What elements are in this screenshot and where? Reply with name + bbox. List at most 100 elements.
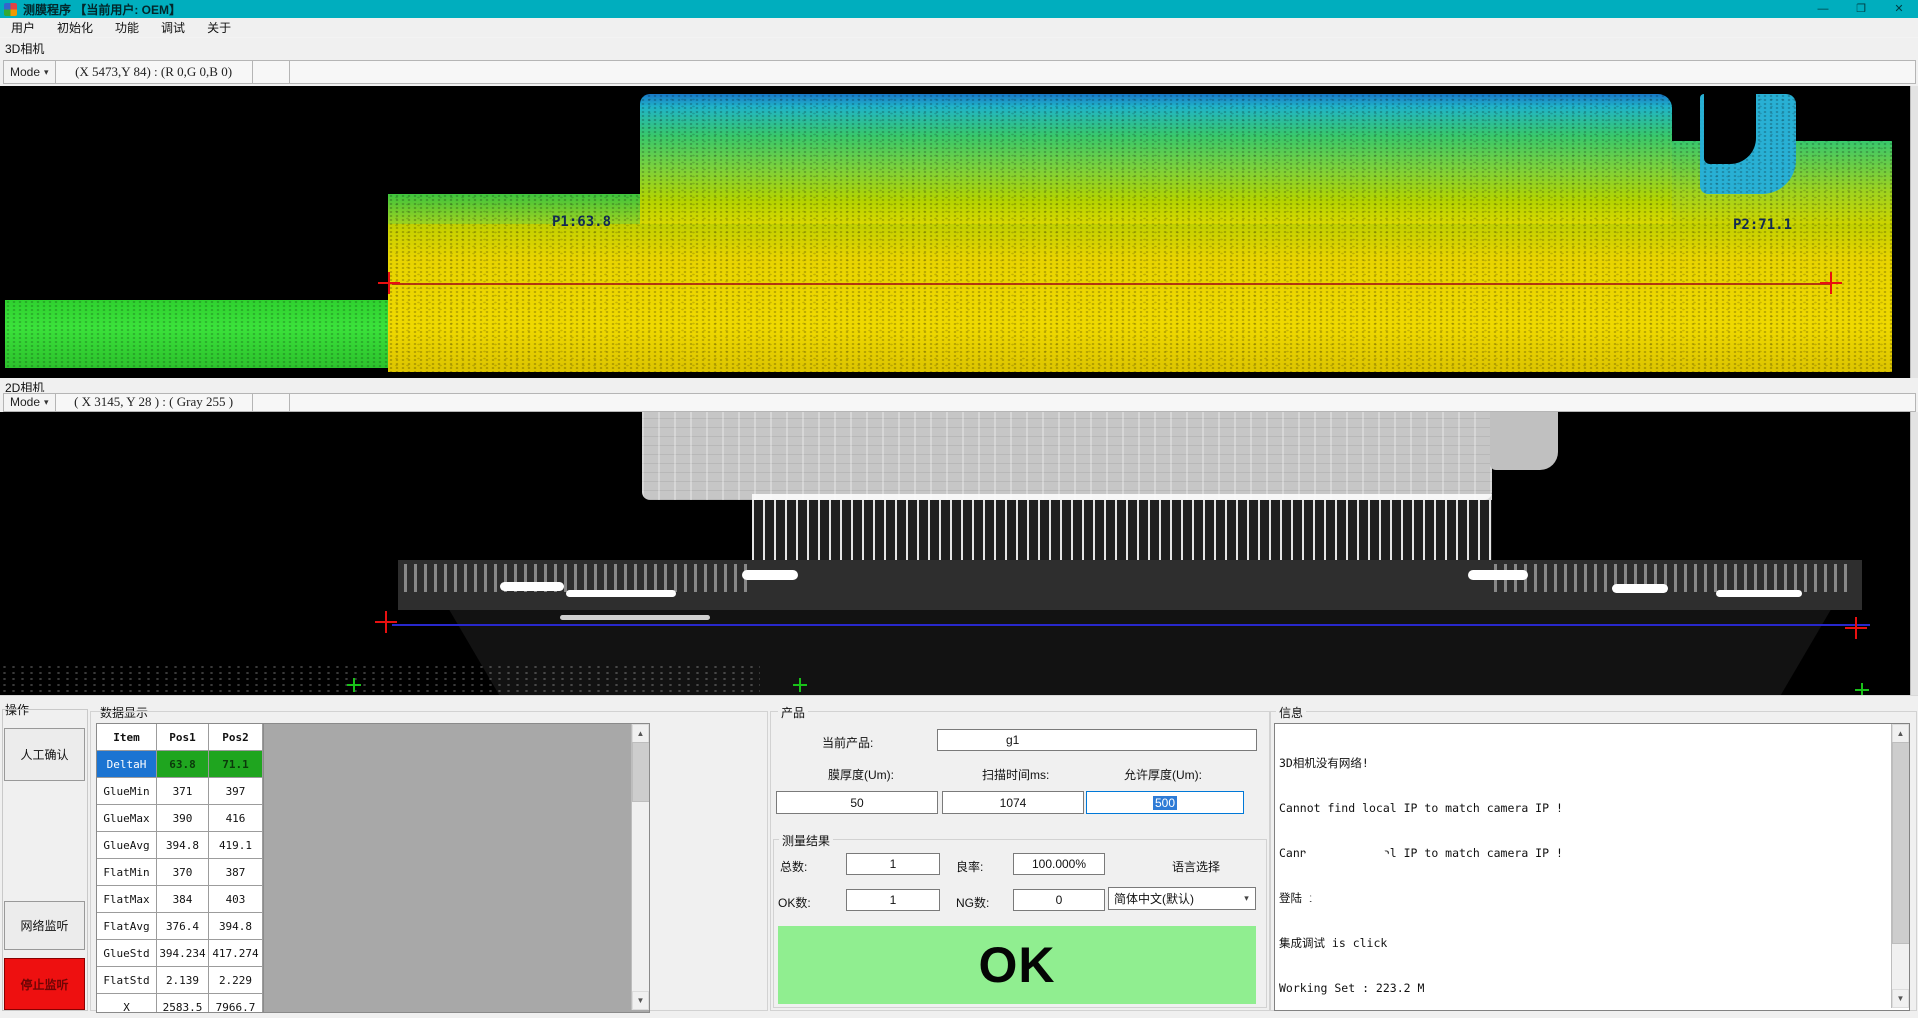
reflection-streak [560,615,710,620]
minimize-button[interactable]: — [1804,0,1842,18]
chevron-down-icon: ▾ [1238,893,1255,904]
camera2d-scrollbar[interactable] [1910,412,1918,695]
camera2d-mode-bar: Mode ▾ ( X 3145, Y 28 ) : ( Gray 255 ) [0,392,1918,412]
ng-count-field[interactable]: 0 [1013,889,1105,911]
table-scroll-thumb[interactable] [632,742,650,802]
table-row[interactable]: FlatAvg 376.4 394.8 [97,913,263,940]
film-thickness-field[interactable]: 50 [776,791,938,814]
glue-blob [1468,570,1528,580]
data-grid: Item Pos1 Pos2 DeltaH 63.8 71.1 GlueMin … [96,723,650,1013]
language-label: 语言选择 [1172,858,1220,875]
menu-about[interactable]: 关于 [196,18,242,37]
total-label: 总数: [780,858,807,875]
language-select[interactable]: 简体中文(默认) ▾ [1108,887,1256,910]
title-bar: 测膜程序 【当前用户: OEM】 — ❐ ✕ [0,0,1918,18]
redaction-blob [1431,876,1851,902]
data-table: Item Pos1 Pos2 DeltaH 63.8 71.1 GlueMin … [97,724,264,1013]
profile-line [392,283,1830,285]
stop-listen-button[interactable]: 停止监听 [4,958,85,1010]
col-pos1: Pos1 [157,724,209,751]
carrier-ruler-right [1494,564,1854,592]
scan-time-field[interactable]: 1074 [942,791,1084,814]
table-row[interactable]: GlueAvg 394.8 419.1 [97,832,263,859]
camera3d-status-cell [253,60,290,84]
table-header-row: Item Pos1 Pos2 [97,724,263,751]
camera2d-mode-button[interactable]: Mode ▾ [3,393,56,412]
crosshair-red-left [378,272,400,294]
yield-field[interactable]: 100.000% [1013,853,1105,875]
crosshair-red-right [1820,272,1842,294]
info-log[interactable]: 3D相机没有网络! Cannot find local IP to match … [1274,723,1910,1011]
crosshair-red-left [375,611,397,633]
col-pos2: Pos2 [209,724,263,751]
table-row[interactable]: FlatStd 2.139 2.229 [97,967,263,994]
glue-blob [1716,590,1802,597]
app-icon [4,3,17,16]
camera3d-scrollbar[interactable] [1910,86,1918,378]
redaction-blob [1313,902,1444,931]
scroll-down-icon[interactable]: ▼ [632,991,649,1010]
result-status-banner: OK [778,926,1256,1004]
col-item: Item [97,724,157,751]
menu-debug[interactable]: 调试 [150,18,196,37]
camera3d-mode-bar: Mode ▾ (X 5473,Y 84) : (R 0,G 0,B 0) [0,58,1918,86]
network-listen-button[interactable]: 网络监听 [4,901,85,950]
film-thickness-label: 膜厚度(Um): [828,766,894,783]
table-row[interactable]: GlueMax 390 416 [97,805,263,832]
camera2d-status-cell [253,393,290,412]
crosshair-green [793,678,807,692]
table-row[interactable]: FlatMin 370 387 [97,859,263,886]
total-field[interactable]: 1 [846,853,940,875]
app-window: 测膜程序 【当前用户: OEM】 — ❐ ✕ 用户 初始化 功能 调试 关于 3… [0,0,1918,1017]
glue-blob [742,570,798,580]
camera3d-view[interactable]: P1:63.8 P2:71.1 [0,86,1910,378]
pcb-region [642,412,1492,500]
allow-thickness-label: 允许厚度(Um): [1124,766,1202,783]
scroll-up-icon[interactable]: ▲ [1892,724,1909,743]
glue-blob [1612,584,1668,593]
pcb-tab [1490,412,1558,470]
allow-thickness-field[interactable]: 500 [1086,791,1244,814]
ok-count-field[interactable]: 1 [846,889,940,911]
table-row[interactable]: FlatMax 384 403 [97,886,263,913]
noise-overlay [0,664,760,694]
noise-overlay [5,300,388,368]
crosshair-green [1855,683,1869,695]
scroll-down-icon[interactable]: ▼ [1892,989,1909,1008]
noise-overlay [388,94,1892,372]
menu-initialize[interactable]: 初始化 [46,18,104,37]
menu-user[interactable]: 用户 [0,18,46,37]
camera3d-status-fill [290,60,1916,84]
glue-blob [566,590,676,597]
bottom-panel: 操作 人工确认 网络监听 停止监听 数据显示 Item Pos1 Pos2 De… [0,695,1918,1018]
camera2d-status-fill [290,393,1916,412]
table-row[interactable]: DeltaH 63.8 71.1 [97,751,263,778]
camera2d-pixel-status: ( X 3145, Y 28 ) : ( Gray 255 ) [56,393,253,412]
carrier-ruler-left [404,564,752,592]
camera3d-mode-button[interactable]: Mode ▾ [3,60,56,84]
current-product-field[interactable]: g1 [937,729,1257,751]
camera3d-pixel-status: (X 5473,Y 84) : (R 0,G 0,B 0) [56,60,253,84]
close-button[interactable]: ✕ [1880,0,1918,18]
chevron-down-icon: ▾ [44,67,49,78]
log-scroll-thumb[interactable] [1892,742,1910,944]
product-title: 产品 [778,704,808,721]
camera3d-label: 3D相机 [5,40,44,57]
chevron-down-icon: ▾ [44,397,49,408]
camera2d-view[interactable] [0,412,1910,695]
yield-label: 良率: [956,858,983,875]
results-title: 测量结果 [779,832,833,849]
menu-function[interactable]: 功能 [104,18,150,37]
scan-time-label: 扫描时间ms: [982,766,1049,783]
window-title: 测膜程序 【当前用户: OEM】 [23,1,181,18]
scroll-up-icon[interactable]: ▲ [632,724,649,743]
maximize-button[interactable]: ❐ [1842,0,1880,18]
table-row[interactable]: GlueMin 371 397 [97,778,263,805]
p2-measurement-label: P2:71.1 [1733,217,1792,233]
table-row[interactable]: GlueStd 394.234 417.274 [97,940,263,967]
table-scrollbar[interactable]: ▲ ▼ [631,724,649,1010]
log-scrollbar[interactable]: ▲ ▼ [1891,724,1909,1008]
manual-confirm-button[interactable]: 人工确认 [4,728,85,781]
ok-count-label: OK数: [778,894,811,911]
table-row[interactable]: X 2583.5 7966.7 [97,994,263,1013]
